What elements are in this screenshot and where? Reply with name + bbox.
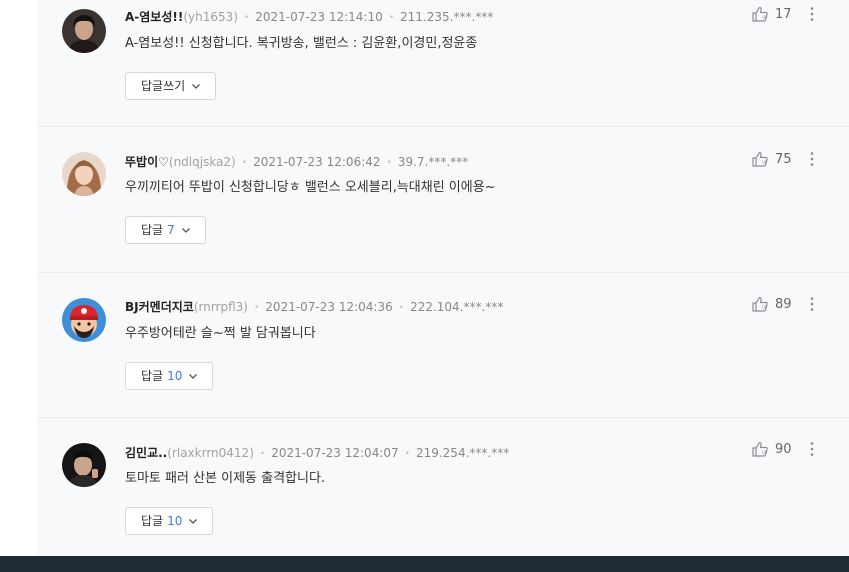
svg-text:UP: UP <box>762 15 768 20</box>
reply-toggle-button[interactable]: 답글 10 <box>125 362 214 390</box>
thumbs-up-icon: UP <box>752 441 768 457</box>
comment-text: A-염보성!! 신청합니다. 복귀방송, 밸런스 : 김윤환,이경민,정윤종 <box>125 36 478 51</box>
more-vertical-icon[interactable] <box>809 296 815 312</box>
separator-dot: • <box>253 303 260 313</box>
like-button[interactable]: UP 89 <box>751 295 792 313</box>
more-vertical-icon[interactable] <box>809 6 815 22</box>
svg-text:UP: UP <box>762 305 768 310</box>
reply-label: 답글 <box>141 369 164 383</box>
reply-toggle-button[interactable]: 답글 7 <box>125 216 206 244</box>
comment-ip: 211.235.***.*** <box>400 10 494 24</box>
reply-toggle-button[interactable]: 답글 10 <box>125 507 214 535</box>
separator-dot: • <box>243 13 250 23</box>
comment-text: 우끼끼티어 뚜밥이 신청합니당ㅎ 밸런스 오세블리,늑대채린 이에용~ <box>125 180 496 195</box>
comment-ip: 39.7.***.*** <box>397 155 469 169</box>
nickname[interactable]: 뚜밥이♡ <box>125 155 169 169</box>
reply-write-button[interactable]: 답글쓰기 <box>125 72 217 100</box>
svg-text:UP: UP <box>762 450 768 455</box>
reply-count: 10 <box>167 369 183 383</box>
separator-dot: • <box>404 449 410 459</box>
user-avatar[interactable] <box>62 443 106 487</box>
reply-label: 답글 <box>141 223 164 237</box>
user-id: (rlaxkrrn0412) <box>167 446 254 460</box>
like-count: 75 <box>775 151 792 167</box>
separator-dot: • <box>241 158 248 168</box>
user-id: (ndlqjska2) <box>168 155 236 169</box>
more-vertical-icon[interactable] <box>809 441 815 457</box>
reply-label: 답글 <box>141 514 164 528</box>
user-id: (rnrrpfl3) <box>193 300 248 314</box>
nickname[interactable]: A-염보성!! <box>125 10 183 24</box>
user-avatar[interactable] <box>62 152 106 196</box>
chevron-down-icon <box>192 84 201 89</box>
like-button[interactable]: UP 75 <box>751 150 792 168</box>
thumbs-up-icon: UP <box>752 151 768 167</box>
reply-label: 답글쓰기 <box>141 79 186 93</box>
footer-bar <box>0 556 849 572</box>
reply-count: 7 <box>167 223 175 237</box>
comment-meta: 김민교..(rlaxkrrn0412) • 2021-07-23 12:04:07 •… <box>125 445 509 461</box>
comment-item: A-염보성!!(yh1653) • 2021-07-23 12:14:10 • 211.… <box>37 0 849 127</box>
comment-time: 2021-07-23 12:14:10 <box>255 10 383 24</box>
more-vertical-icon[interactable] <box>809 151 815 167</box>
comment-time: 2021-07-23 12:04:36 <box>265 300 393 314</box>
reply-count: 10 <box>167 514 183 528</box>
user-id: (yh1653) <box>183 10 238 24</box>
separator-dot: • <box>398 303 405 313</box>
comment-text: 우주방어테란 슬~쩍 발 담궈봅니다 <box>125 326 316 341</box>
separator-dot: • <box>259 449 266 459</box>
user-avatar[interactable] <box>62 9 106 53</box>
nickname[interactable]: 김민교.. <box>125 446 167 460</box>
comment-item: 김민교..(rlaxkrrn0412) • 2021-07-23 12:04:07 •… <box>37 418 849 556</box>
comment-time: 2021-07-23 12:04:07 <box>271 446 399 460</box>
comment-meta: A-염보성!!(yh1653) • 2021-07-23 12:14:10 • 211.… <box>125 9 493 25</box>
thumbs-up-icon: UP <box>752 296 768 312</box>
like-count: 89 <box>775 296 792 312</box>
comment-item: BJ커멘더지코(rnrrpfl3) • 2021-07-23 12:04:36 • 22… <box>37 273 849 418</box>
chevron-down-icon <box>181 228 190 233</box>
comment-text: 토마토 패러 산본 이제동 출격합니다. <box>125 471 326 486</box>
comment-list: A-염보성!!(yh1653) • 2021-07-23 12:14:10 • 211.… <box>37 0 849 556</box>
svg-text:UP: UP <box>762 160 768 165</box>
like-count: 90 <box>775 441 792 457</box>
comment-time: 2021-07-23 12:06:42 <box>253 155 381 169</box>
user-avatar[interactable] <box>62 298 106 342</box>
chevron-down-icon <box>189 374 198 379</box>
separator-dot: • <box>388 13 395 23</box>
left-gutter <box>0 0 37 556</box>
like-button[interactable]: UP 17 <box>751 5 792 23</box>
comment-meta: 뚜밥이♡(ndlqjska2) • 2021-07-23 12:06:42 • 39.7… <box>125 154 468 170</box>
separator-dot: • <box>386 158 392 168</box>
thumbs-up-icon: UP <box>752 6 768 22</box>
chevron-down-icon <box>189 519 198 524</box>
comment-item: 뚜밥이♡(ndlqjska2) • 2021-07-23 12:06:42 • 39.7… <box>37 127 849 273</box>
nickname[interactable]: BJ커멘더지코 <box>125 300 194 314</box>
comment-ip: 219.254.***.*** <box>415 446 510 460</box>
like-button[interactable]: UP 90 <box>751 440 792 458</box>
comment-ip: 222.104.***.*** <box>410 300 504 314</box>
like-count: 17 <box>775 6 792 22</box>
comment-meta: BJ커멘더지코(rnrrpfl3) • 2021-07-23 12:04:36 • 22… <box>125 299 503 315</box>
